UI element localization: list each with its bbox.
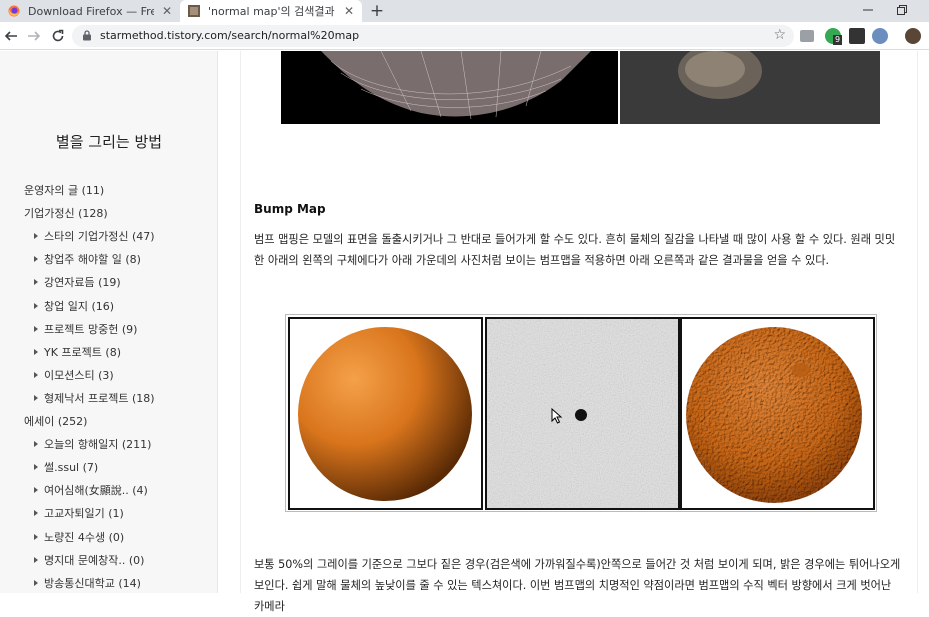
fox-extension-icon[interactable] [872,28,888,44]
plain-sphere-image [298,327,472,501]
category-label: YK 프로젝트 (8) [44,345,121,359]
category-label: 창업주 해야할 일 (8) [44,253,141,267]
reload-icon[interactable] [48,26,68,46]
tab-firefox-download[interactable]: Download Firefox — Free Web ✕ [0,0,180,22]
bullet-icon [34,256,38,263]
category-item[interactable]: 창업 일지 (16) [44,298,114,314]
category-label: 명지대 문예창작.. (0) [44,553,145,567]
category-item[interactable]: 여어심해(女顯說.. (4) [44,482,148,498]
profile-avatar[interactable] [905,28,921,44]
category-item[interactable]: 썰.ssul (7) [44,459,98,475]
forward-icon[interactable] [24,26,44,46]
category-item[interactable]: 강연자료듬 (19) [44,274,121,290]
blog-title[interactable]: 별을 그리는 방법 [0,131,218,152]
bullet-icon [34,533,38,540]
wireframe-image [281,51,618,124]
category-item[interactable]: 프로젝트 망중헌 (9) [44,321,137,337]
bullet-icon [34,279,38,286]
sidebar: 별을 그리는 방법 운영자의 글 (11) 기업가정신 (128) 스타의 기업가정… [0,51,218,593]
category-item[interactable]: 명지대 문예창작.. (0) [44,552,144,568]
bump-map-figure [285,314,877,512]
bullet-icon [34,441,38,448]
category-label: 이모션스티 (3) [44,368,114,382]
category-label: 썰.ssul (7) [44,461,99,475]
mouse-cursor-icon [551,408,563,424]
close-icon[interactable]: ✕ [342,4,356,18]
category-label: 강연자료듬 (19) [44,276,121,290]
bump-map-panel [485,317,680,510]
extension-badge: 9 [833,35,843,45]
category-item[interactable]: 노량진 4수생 (0) [44,529,124,545]
url-text: starmethod.tistory.com/search/normal%20m… [100,29,360,42]
category-label: 스타의 기업가정신 (47) [44,230,155,244]
category-label: 창업 일지 (16) [44,299,115,313]
bump-map-texture-image [487,319,678,508]
category-item[interactable]: 스타의 기업가정신 (47) [44,228,155,244]
category-label: 기업가정신 (128) [24,207,108,221]
category-label: 고교자퇴일기 (1) [44,507,124,521]
back-icon[interactable] [1,26,21,46]
bullet-icon [34,394,38,401]
tab-title: 'normal map'의 검색결과 :: 별을 [208,5,336,18]
category-label: 운영자의 글 (11) [24,184,105,197]
category-label: 형제낙서 프로젝트 (18) [44,391,155,405]
bullet-icon [34,371,38,378]
bookmark-star-icon[interactable]: ☆ [773,27,786,43]
category-item[interactable]: 고교자퇴일기 (1) [44,505,124,521]
lock-icon [83,30,91,41]
category-item[interactable]: 오늘의 항해일지 (211) [44,436,151,452]
tab-normal-map-search[interactable]: 'normal map'의 검색결과 :: 별을 ✕ [180,0,362,22]
category-item[interactable]: 에세이 (252) [24,413,87,429]
bumped-sphere-panel [680,317,875,510]
firefox-icon [8,5,20,17]
category-item[interactable]: 창업주 해야할 일 (8) [44,251,141,267]
tab-strip: Download Firefox — Free Web ✕ 'normal ma… [0,0,929,22]
bullet-icon [34,325,38,332]
category-label: 에세이 (252) [24,415,88,428]
address-bar[interactable]: starmethod.tistory.com/search/normal%20m… [72,25,794,47]
minimize-icon[interactable] [853,0,883,20]
bullet-icon [34,348,38,355]
category-label: 노량진 4수생 (0) [44,530,125,544]
bullet-icon [34,233,38,240]
bullet-icon [34,464,38,471]
category-item[interactable]: 운영자의 글 (11) [24,182,104,198]
top-image-strip [281,51,881,124]
category-item[interactable]: 이모션스티 (3) [44,367,114,383]
bullet-icon [34,556,38,563]
tab-title: Download Firefox — Free Web [28,4,154,18]
bullet-icon [34,510,38,517]
close-icon[interactable]: ✕ [160,4,174,18]
category-item[interactable]: 방송통신대학교 (14) [44,575,141,591]
restore-icon[interactable] [887,0,917,20]
category-label: 오늘의 항해일지 (211) [44,438,152,452]
paragraph-bump-map-detail: 보통 50%의 그레이를 기준으로 그보다 짙은 경우(검은색에 가까워질수록)… [254,558,901,613]
rendered-image [620,51,880,124]
drive-extension-icon[interactable] [800,30,814,42]
section-title: Bump Map [254,202,326,216]
translate-extension-icon[interactable] [849,28,865,44]
article-content: Bump Map 범프 맵핑은 모델의 표면을 돌출시키거나 그 반대로 들어가… [240,51,918,613]
category-label: 방송통신대학교 (14) [44,576,141,590]
blog-favicon [188,5,200,17]
bumped-sphere-image [686,327,862,503]
new-tab-button[interactable]: + [368,1,386,21]
shield-extension-icon[interactable]: 9 [825,28,843,45]
paragraph-bump-map-intro: 범프 맵핑은 모델의 표면을 돌출시키거나 그 반대로 들어가게 할 수도 있다… [254,233,896,267]
category-label: 여어심해(女顯說.. (4) [44,484,148,498]
bullet-icon [34,302,38,309]
category-label: 프로젝트 망중헌 (9) [44,322,138,336]
category-item[interactable]: 기업가정신 (128) [24,205,108,221]
plain-sphere-panel [288,317,483,510]
browser-toolbar: starmethod.tistory.com/search/normal%20m… [0,22,929,50]
category-item[interactable]: 형제낙서 프로젝트 (18) [44,390,155,406]
bullet-icon [34,579,38,586]
bullet-icon [34,487,38,494]
category-item[interactable]: YK 프로젝트 (8) [44,344,121,360]
